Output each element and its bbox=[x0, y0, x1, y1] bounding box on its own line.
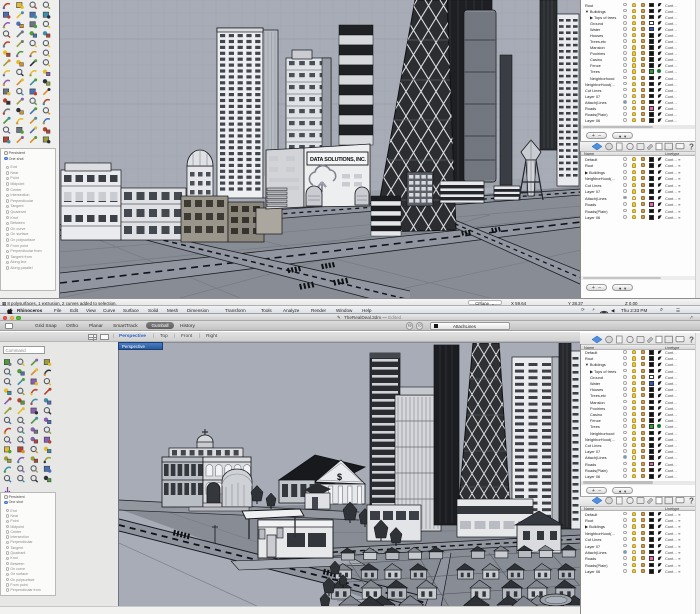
svg-text:?: ? bbox=[689, 335, 694, 344]
svg-text:?: ? bbox=[689, 496, 694, 505]
svg-text:DATA SOLUTIONS, INC.: DATA SOLUTIONS, INC. bbox=[310, 157, 367, 163]
svg-text:$: $ bbox=[337, 472, 342, 482]
svg-text:?: ? bbox=[689, 142, 694, 151]
